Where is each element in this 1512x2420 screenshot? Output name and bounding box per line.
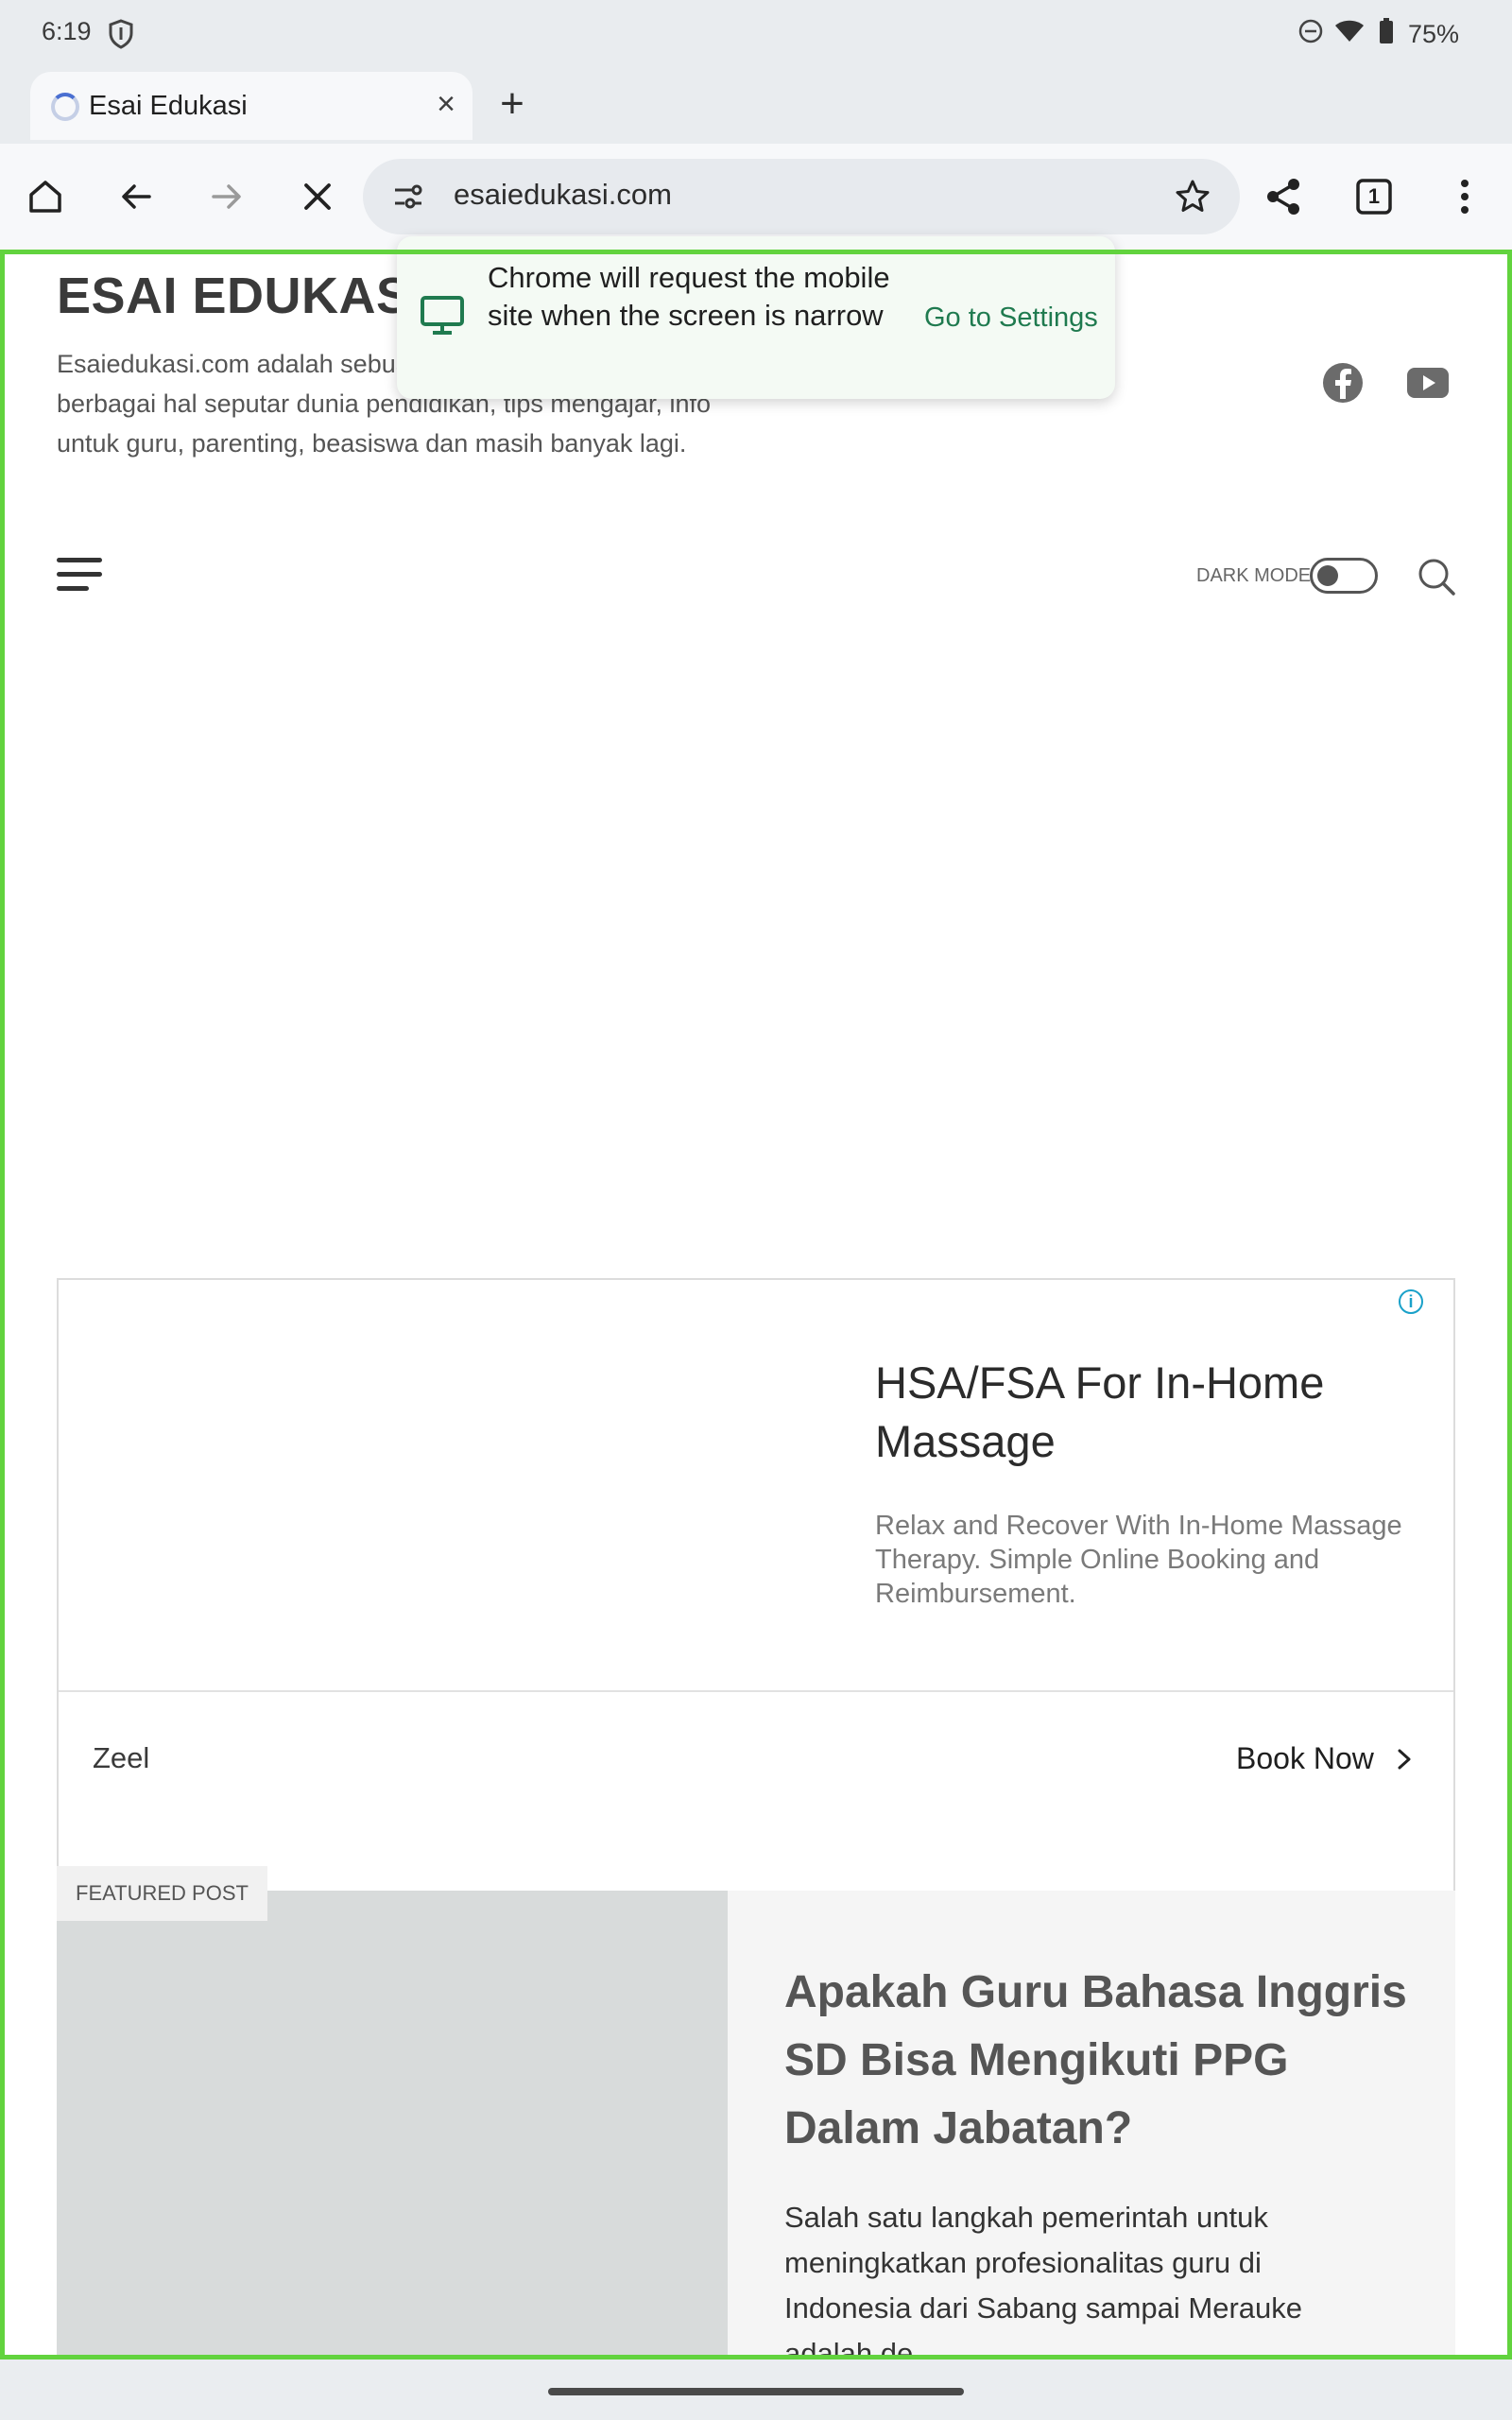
battery-percent: 75% xyxy=(1407,20,1459,48)
ad-advertiser: Zeel xyxy=(93,1741,150,1774)
ad-divider xyxy=(59,1690,1453,1692)
tab-esai-edukasi[interactable]: Esai Edukasi × xyxy=(30,72,472,140)
book-now-button[interactable]: Book Now xyxy=(1236,1741,1415,1776)
close-tab-icon[interactable]: × xyxy=(427,85,465,123)
wifi-icon xyxy=(1334,19,1365,50)
tab-switcher-button[interactable]: 1 xyxy=(1348,170,1400,223)
forward-arrow-icon[interactable] xyxy=(200,170,253,223)
tab-count: 1 xyxy=(1367,184,1381,208)
ad-headline[interactable]: HSA/FSA For In-Home Massage xyxy=(875,1354,1404,1471)
mobile-site-popup: Chrome will request the mobile site when… xyxy=(397,236,1115,399)
loading-spinner-icon xyxy=(51,93,79,121)
popup-message: Chrome will request the mobile site when… xyxy=(488,261,890,332)
tab-strip: Esai Edukasi × + xyxy=(0,68,1512,144)
dark-mode-toggle[interactable] xyxy=(1310,558,1378,594)
address-bar[interactable]: esaiedukasi.com xyxy=(363,159,1240,234)
dnd-icon xyxy=(1298,19,1323,50)
ad-body-text: Relax and Recover With In-Home Massage T… xyxy=(875,1511,1402,1609)
hamburger-menu-icon[interactable] xyxy=(57,558,102,592)
site-title[interactable]: ESAI EDUKASI xyxy=(57,267,425,325)
new-tab-button[interactable]: + xyxy=(490,83,535,129)
bookmark-star-icon[interactable] xyxy=(1174,178,1211,220)
facebook-icon[interactable] xyxy=(1321,361,1365,409)
shield-icon xyxy=(108,19,134,49)
desktop-monitor-icon xyxy=(420,295,465,341)
chevron-right-icon xyxy=(1398,1749,1411,1770)
search-icon[interactable] xyxy=(1416,556,1457,602)
battery-icon xyxy=(1376,17,1397,52)
go-to-settings-button[interactable]: Go to Settings xyxy=(924,302,1098,334)
featured-post-excerpt: Salah satu langkah pemerintah untuk meni… xyxy=(784,2201,1303,2360)
featured-post-image[interactable] xyxy=(57,1891,728,2360)
book-now-label: Book Now xyxy=(1236,1741,1374,1775)
featured-post-badge: FEATURED POST xyxy=(57,1866,267,1921)
home-icon[interactable] xyxy=(19,170,72,223)
gesture-handle[interactable] xyxy=(548,2388,964,2395)
stop-loading-icon[interactable] xyxy=(291,170,344,223)
tab-title: Esai Edukasi xyxy=(89,91,248,121)
dark-mode-label: DARK MODE xyxy=(1196,565,1312,586)
status-bar: 6:19 75% xyxy=(0,0,1512,68)
url-text: esaiedukasi.com xyxy=(454,178,672,211)
toggle-knob xyxy=(1317,565,1338,586)
status-time: 6:19 xyxy=(42,17,92,45)
more-menu-icon[interactable] xyxy=(1438,170,1491,223)
featured-post-card: Apakah Guru Bahasa Inggris SD Bisa Mengi… xyxy=(728,1891,1455,2360)
system-navigation-bar xyxy=(0,2360,1512,2420)
ad-info-icon[interactable]: i xyxy=(1399,1289,1423,1314)
status-indicators: 75% xyxy=(1298,17,1459,52)
featured-post-title[interactable]: Apakah Guru Bahasa Inggris SD Bisa Mengi… xyxy=(784,1959,1408,2163)
youtube-icon[interactable] xyxy=(1406,367,1450,404)
web-page: ESAI EDUKASI Esaiedukasi.com adalah sebu… xyxy=(0,250,1512,2360)
share-icon[interactable] xyxy=(1257,170,1310,223)
browser-toolbar: esaiedukasi.com 1 xyxy=(0,144,1512,250)
back-arrow-icon[interactable] xyxy=(110,170,163,223)
site-settings-icon[interactable] xyxy=(391,180,425,218)
